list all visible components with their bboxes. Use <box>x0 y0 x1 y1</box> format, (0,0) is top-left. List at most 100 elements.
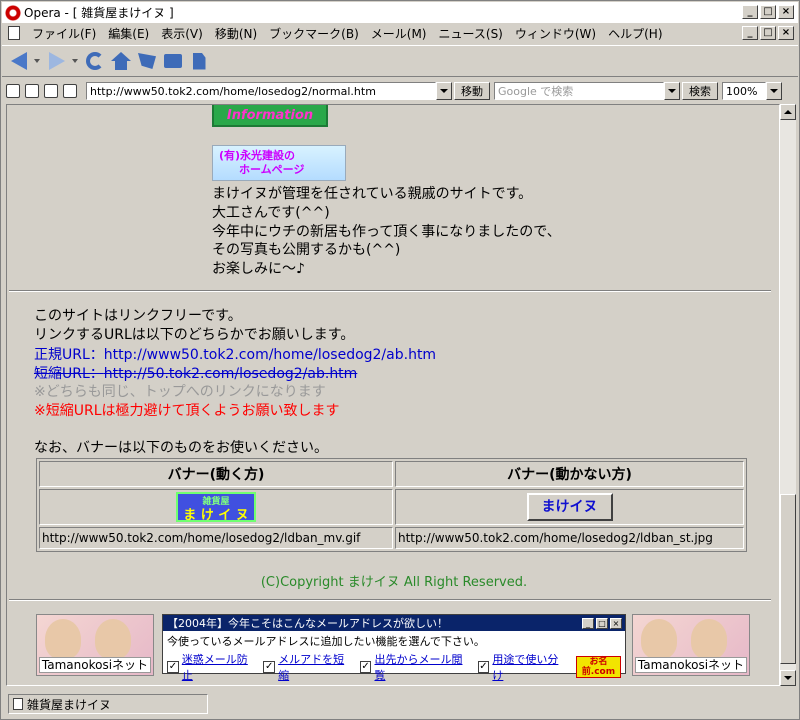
navigation-toolbar <box>2 45 798 77</box>
ad-check-4[interactable]: 用途で使い分け <box>492 651 568 683</box>
information-banner: Information <box>212 105 328 127</box>
search-button[interactable]: 検索 <box>682 82 718 100</box>
maximize-button[interactable]: □ <box>760 5 776 19</box>
ad-checks: ✓ 迷惑メール防止 ✓ メルアドを短縮 ✓ 出先からメール閲覧 ✓ 用途で使い分け お名… <box>163 651 625 683</box>
intro-line-2: 大工さんです(^^) <box>212 205 330 221</box>
ad-check-2[interactable]: メルアドを短縮 <box>278 651 354 683</box>
ad-title: 【2004年】今年こそはこんなメールアドレスが欲しい！ <box>167 617 448 630</box>
static-banner-image[interactable]: まけイヌ <box>526 493 613 521</box>
note-red: ※短縮URLは極力避けて頂くようお願い致します <box>34 403 340 419</box>
checkbox-icon[interactable]: ✓ <box>167 661 179 673</box>
vertical-scrollbar[interactable] <box>780 104 796 686</box>
doc-close-button[interactable]: × <box>778 26 794 40</box>
minimize-button[interactable]: _ <box>742 5 758 19</box>
menu-edit[interactable]: 編集(E) <box>102 25 155 42</box>
nagamitsu-banner-line2: ホームページ <box>239 163 305 176</box>
menu-mail[interactable]: メール(M) <box>365 25 433 42</box>
menu-file[interactable]: ファイル(F) <box>26 25 102 42</box>
search-field[interactable]: Google で検索 <box>494 82 664 100</box>
reload-icon <box>86 52 104 70</box>
reload-button[interactable] <box>84 50 106 72</box>
divider <box>9 290 771 292</box>
document-caption-buttons: _ □ × <box>742 26 794 40</box>
ad-title-bar: 【2004年】今年こそはこんなメールアドレスが欲しい！ _ □ × <box>163 615 625 631</box>
menu-news[interactable]: ニュース(S) <box>432 25 508 42</box>
intro-line-3: 今年中にウチの新居も作って頂く事になりましたので、 <box>212 224 561 240</box>
security-icon[interactable] <box>6 84 20 98</box>
page-viewport: Information (有)永光建設の ホームページ まけイヌが管理を任されて… <box>6 104 780 686</box>
checkbox-icon[interactable]: ✓ <box>263 661 276 673</box>
url-dropdown-icon[interactable] <box>436 82 452 100</box>
moving-banner-url: http://www50.tok2.com/home/losedog2/ldba… <box>39 527 393 549</box>
document-icon <box>8 26 20 40</box>
banner-image-row: 雑貨屋 ま け イ ヌ まけイヌ <box>39 489 744 525</box>
moving-banner-cell: 雑貨屋 ま け イ ヌ <box>39 489 393 525</box>
caption-buttons: _ □ × <box>742 5 794 19</box>
header-static-banner: バナー(動かない方) <box>395 461 744 487</box>
forward-arrow-icon <box>49 52 65 70</box>
forward-button[interactable] <box>46 50 68 72</box>
page-icon[interactable] <box>44 84 58 98</box>
moving-banner-small-text: 雑貨屋 <box>202 497 230 507</box>
status-bar: 雑貨屋まけイヌ <box>2 690 798 718</box>
title-bar: Opera - [ 雑貨屋まけイヌ ] _ □ × <box>2 2 798 23</box>
menu-help[interactable]: ヘルプ(H) <box>602 25 668 42</box>
menu-bookmarks[interactable]: ブックマーク(B) <box>263 25 365 42</box>
menu-navigation[interactable]: 移動(N) <box>209 25 263 42</box>
back-history-dropdown-icon[interactable] <box>34 59 40 63</box>
zoom-dropdown-icon[interactable] <box>766 82 782 100</box>
menu-window[interactable]: ウィンドウ(W) <box>509 25 602 42</box>
mail-address-ad[interactable]: 【2004年】今年こそはこんなメールアドレスが欲しい！ _ □ × 今使っている… <box>162 614 626 682</box>
scroll-down-icon[interactable] <box>780 670 796 686</box>
bookmark-icon[interactable] <box>63 84 77 98</box>
home-button[interactable] <box>110 50 132 72</box>
ad-check-3[interactable]: 出先からメール閲覧 <box>374 651 471 683</box>
scroll-thumb[interactable] <box>780 494 796 664</box>
print-button[interactable] <box>162 50 184 72</box>
url-field[interactable]: http://www50.tok2.com/home/losedog2/norm… <box>86 82 436 100</box>
onamae-logo[interactable]: お名前.com <box>575 656 622 678</box>
menu-bar: ファイル(F) 編集(E) 表示(V) 移動(N) ブックマーク(B) メール(… <box>2 23 798 43</box>
short-url: http://50.tok2.com/losedog2/ab.htm <box>103 366 358 382</box>
moving-banner-image[interactable]: 雑貨屋 ま け イ ヌ <box>176 492 256 523</box>
hotlist-button[interactable] <box>136 50 158 72</box>
tamanokosi-ad-left[interactable]: Tamanokosiネット <box>36 614 154 676</box>
status-cell: 雑貨屋まけイヌ <box>8 694 208 714</box>
intro-line-1: まけイヌが管理を任されている親戚のサイトです。 <box>212 186 533 202</box>
official-url: http://www50.tok2.com/home/losedog2/ab.h… <box>103 347 437 363</box>
intro-line-4: その写真も公開するかも(^^) <box>212 242 401 258</box>
header-moving-banner: バナー(動く方) <box>39 461 393 487</box>
zoom-field[interactable]: 100% <box>722 82 766 100</box>
official-url-link[interactable]: 正規URL：http://www50.tok2.com/home/losedog… <box>34 344 436 364</box>
static-banner-url: http://www50.tok2.com/home/losedog2/ldba… <box>395 527 744 549</box>
ad-check-1[interactable]: 迷惑メール防止 <box>182 651 258 683</box>
tamanokosi-ad-right[interactable]: Tamanokosiネット <box>632 614 750 676</box>
checkbox-icon[interactable]: ✓ <box>359 661 372 673</box>
doc-minimize-button[interactable]: _ <box>742 26 758 40</box>
ad-close-icon: × <box>610 617 622 629</box>
static-banner-cell: まけイヌ <box>395 489 744 525</box>
close-button[interactable]: × <box>778 5 794 19</box>
search-dropdown-icon[interactable] <box>664 82 680 100</box>
home-icon <box>111 52 131 70</box>
new-page-button[interactable] <box>188 50 210 72</box>
banner-url-row: http://www50.tok2.com/home/losedog2/ldba… <box>39 527 744 549</box>
linkfree-line-1: このサイトはリンクフリーです。 <box>34 308 242 324</box>
copyright: (C)Copyright まけイヌ All Right Reserved. <box>260 575 528 590</box>
official-url-label: 正規URL： <box>34 347 104 363</box>
back-button[interactable] <box>8 50 30 72</box>
ad-description: 今使っているメールアドレスに追加したい機能を選んで下さい。 <box>167 635 485 648</box>
printer-icon <box>164 54 182 68</box>
go-button[interactable]: 移動 <box>454 82 490 100</box>
page-icon <box>13 698 23 710</box>
menu-view[interactable]: 表示(V) <box>155 25 209 42</box>
short-url-link[interactable]: 短縮URL：http://50.tok2.com/losedog2/ab.htm <box>34 363 357 383</box>
checkbox-icon[interactable]: ✓ <box>477 661 490 673</box>
camera-icon[interactable] <box>25 84 39 98</box>
doc-restore-button[interactable]: □ <box>760 26 776 40</box>
forward-history-dropdown-icon[interactable] <box>72 59 78 63</box>
new-page-icon <box>192 52 206 70</box>
scroll-up-icon[interactable] <box>780 104 796 120</box>
nagamitsu-homepage-banner[interactable]: (有)永光建設の ホームページ <box>212 145 346 181</box>
intro-line-5: お楽しみに～♪ <box>212 261 305 277</box>
